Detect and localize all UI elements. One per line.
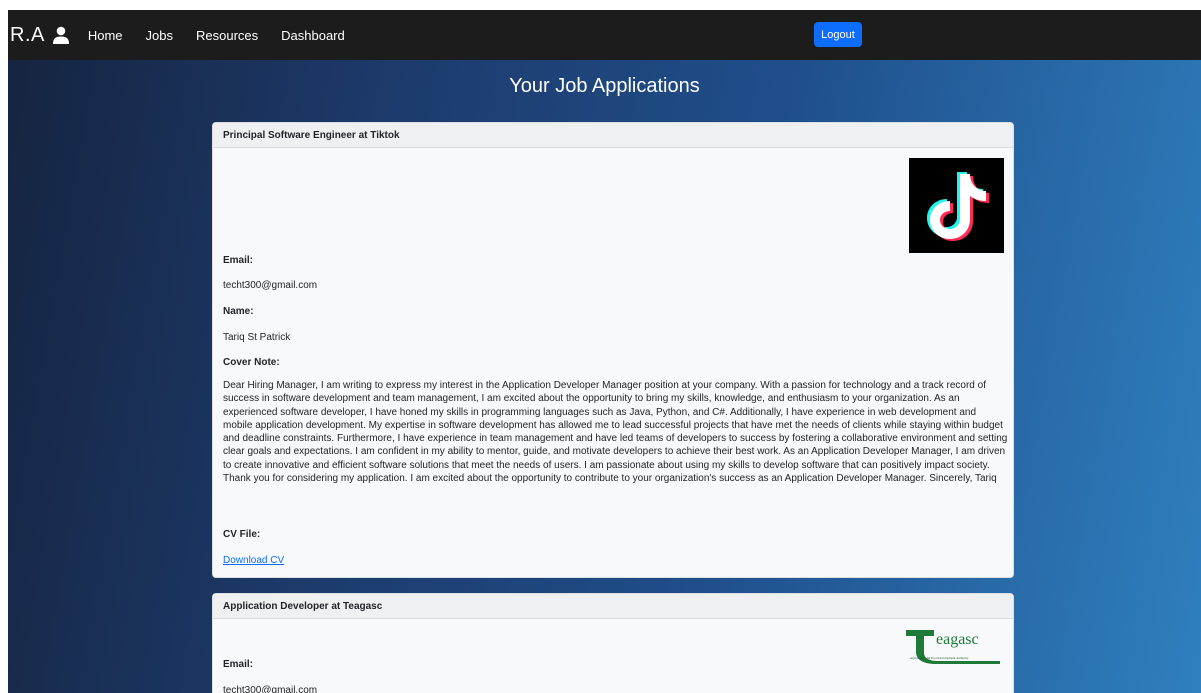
application-card: Principal Software Engineer at Tiktok Em… bbox=[212, 122, 1014, 578]
user-icon bbox=[52, 26, 70, 44]
card-body: eagasc Agriculture and Food Development … bbox=[213, 619, 1013, 693]
name-value: Tariq St Patrick bbox=[223, 332, 291, 343]
nav-home-link[interactable]: Home bbox=[88, 28, 123, 43]
card-header: Application Developer at Teagasc bbox=[213, 594, 1013, 619]
top-navbar: R.A Home Jobs Resources Dashboard Logout bbox=[8, 10, 1201, 60]
teagasc-logo-wordmark: eagasc bbox=[936, 631, 979, 648]
brand-text: R.A bbox=[10, 23, 45, 46]
cv-file-label: CV File: bbox=[223, 529, 261, 540]
email-label: Email: bbox=[223, 255, 254, 266]
nav-dashboard-link[interactable]: Dashboard bbox=[281, 28, 345, 43]
tiktok-logo bbox=[909, 158, 1004, 253]
download-cv-link[interactable]: Download CV bbox=[223, 555, 284, 566]
nav-resources-link[interactable]: Resources bbox=[196, 28, 258, 43]
teagasc-logo-tagline: Agriculture and Food Development Authori… bbox=[910, 656, 969, 660]
application-card: Application Developer at Teagasc eagasc … bbox=[212, 593, 1014, 693]
cover-note-text: Dear Hiring Manager, I am writing to exp… bbox=[223, 380, 1008, 485]
nav-links: Home Jobs Resources Dashboard bbox=[88, 28, 368, 43]
card-header: Principal Software Engineer at Tiktok bbox=[213, 123, 1013, 148]
name-label: Name: bbox=[223, 306, 254, 317]
app-frame: R.A Home Jobs Resources Dashboard Logout… bbox=[8, 10, 1201, 693]
page-title: Your Job Applications bbox=[509, 75, 700, 97]
card-body: Email: techt300@gmail.com Name: Tariq St… bbox=[213, 148, 1013, 577]
email-value: techt300@gmail.com bbox=[223, 280, 318, 291]
cover-note-label: Cover Note: bbox=[223, 357, 280, 368]
logout-button[interactable]: Logout bbox=[814, 22, 862, 47]
brand[interactable]: R.A bbox=[10, 24, 70, 47]
email-label: Email: bbox=[223, 659, 254, 670]
email-value: techt300@gmail.com bbox=[223, 685, 318, 693]
nav-jobs-link[interactable]: Jobs bbox=[146, 28, 173, 43]
teagasc-logo: eagasc Agriculture and Food Development … bbox=[904, 627, 1004, 667]
